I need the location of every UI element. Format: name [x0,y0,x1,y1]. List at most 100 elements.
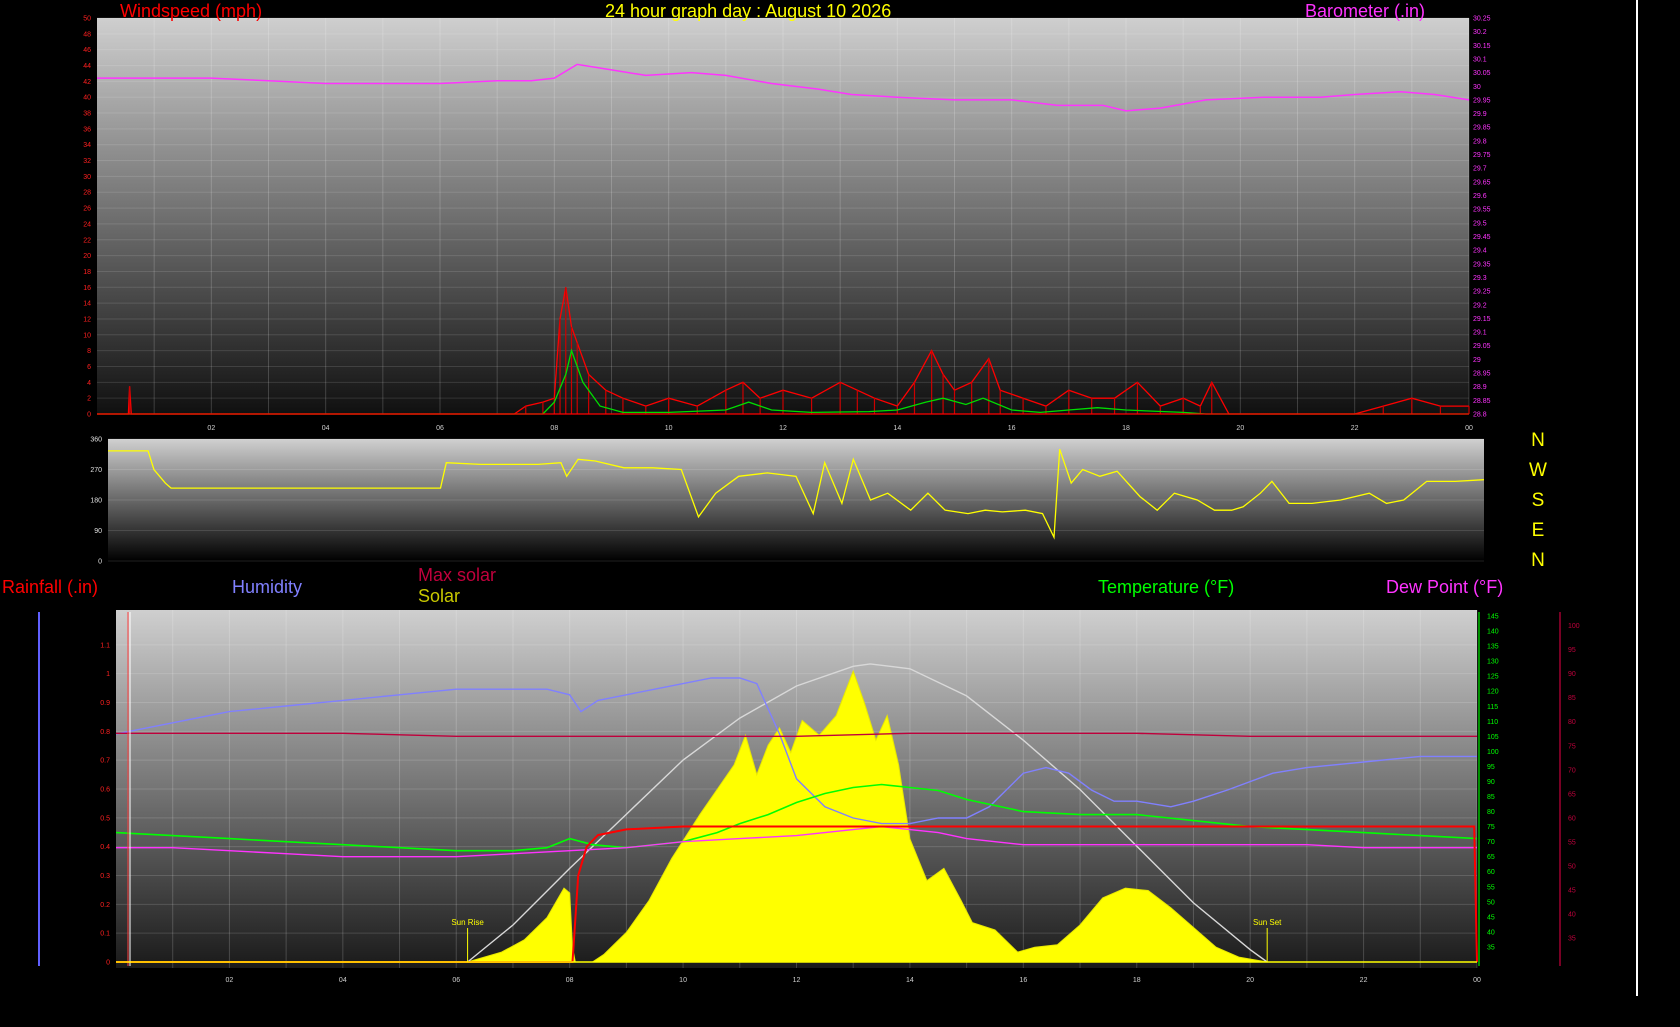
temperature-y-tick-label: 100 [1487,749,1499,756]
wind-x-tick-label: 06 [436,425,444,432]
dew-point-y-tick-label: 65 [1568,791,1576,798]
wind-y-tick-label: 12 [83,316,91,323]
compass-e: E [1531,520,1545,541]
barometer-y-tick-label: 29.65 [1473,179,1491,186]
wind-y-tick-label: 32 [83,158,91,165]
barometer-y-tick-label: 28.95 [1473,371,1491,378]
weather-x-tick-label: 02 [226,977,234,984]
barometer-y-tick-label: 29.85 [1473,125,1491,132]
weather-graph-stage: 0 2 4 6 8 10 12 14 16 18 20 22 24 26 28 30 32 34 36 38 40 42 4… [0,0,1680,1027]
barometer-y-tick-label: 29.2 [1473,302,1487,309]
temperature-y-tick-label: 85 [1487,794,1495,801]
temperature-y-tick-label: 80 [1487,809,1495,816]
page-title: 24 hour graph day : August 10 2026 [605,1,892,21]
wind-x-tick-label: 10 [665,425,673,432]
wind-y-tick-label: 28 [83,190,91,197]
temperature-y-tick-label: 145 [1487,614,1499,621]
barometer-y-tick-label: 29.9 [1473,111,1487,118]
weather-x-tick-label: 06 [452,977,460,984]
direction-y-tick-label: 360 [90,437,102,444]
wind-y-tick-label: 2 [87,396,91,403]
temperature-y-tick-label: 70 [1487,839,1495,846]
barometer-y-tick-label: 29.7 [1473,166,1487,173]
barometer-y-tick-label: 29.45 [1473,234,1491,241]
wind-y-tick-label: 26 [83,206,91,213]
temperature-y-tick-label: 40 [1487,929,1495,936]
temperature-y-tick-label: 60 [1487,869,1495,876]
barometer-y-tick-label: 29.95 [1473,97,1491,104]
wind-x-tick-label: 02 [207,425,215,432]
dew-point-y-tick-label: 55 [1568,839,1576,846]
temperature-y-tick-label: 110 [1487,719,1498,726]
wind-y-tick-label: 24 [83,221,91,228]
wind-x-tick-label: 04 [322,425,330,432]
barometer-y-tick-label: 29.1 [1473,330,1487,337]
compass-s: S [1531,490,1545,511]
direction-y-tick-label: 270 [90,467,102,474]
barometer-y-tick-label: 30.15 [1473,43,1491,50]
wind-y-tick-label: 10 [83,332,91,339]
wind-y-tick-label: 42 [83,79,91,86]
weather-x-tick-label: 10 [679,977,687,984]
barometer-y-tick-label: 30.05 [1473,70,1491,77]
dew-point-y-tick-label: 100 [1568,623,1580,630]
wind-y-tick-label: 18 [83,269,91,276]
temperature-y-tick-label: 140 [1487,629,1499,636]
humidity-label: Humidity [232,577,303,597]
dew-point-y-tick-label: 50 [1568,863,1576,870]
temperature-y-tick-label: 115 [1487,704,1498,711]
temperature-y-tick-label: 45 [1487,914,1495,921]
temperature-label: Temperature (°F) [1098,577,1235,597]
temperature-y-tick-label: 130 [1487,659,1499,666]
temperature-y-tick-label: 35 [1487,944,1495,951]
barometer-y-tick-label: 30.1 [1473,56,1487,63]
barometer-y-tick-label: 29.25 [1473,289,1491,296]
barometer-y-tick-label: 29.8 [1473,138,1487,145]
dew-point-y-tick-label: 80 [1568,719,1576,726]
max-solar-label: Max solar [418,565,497,585]
solar-label: Solar [418,586,461,606]
barometer-y-tick-label: 29.6 [1473,193,1487,200]
direction-y-tick-label: 90 [94,528,102,535]
dew-point-y-tick-label: 60 [1568,815,1576,822]
wind-x-tick-label: 16 [1008,425,1016,432]
wind-y-tick-label: 50 [83,16,91,23]
weather-x-tick-label: 20 [1246,977,1254,984]
dew-point-y-tick-label: 45 [1568,887,1576,894]
temperature-y-tick-label: 105 [1487,734,1499,741]
wind-y-tick-label: 40 [83,95,91,102]
weather-chart-canvas: 0246810121416182022242628303234363840424… [38,16,1580,984]
dew-point-y-tick-label: 70 [1568,767,1576,774]
wind-y-tick-label: 16 [83,285,91,292]
dew-point-y-tick-label: 35 [1568,935,1576,942]
windspeed-label: Windspeed (mph) [120,1,263,21]
rainfall-y-tick-label: 0.1 [100,931,110,938]
barometer-y-tick-label: 30.2 [1473,29,1487,36]
sun-rise-label: Sun Rise [451,918,484,927]
weather-x-tick-label: 18 [1133,977,1141,984]
weather-x-tick-label: 16 [1019,977,1027,984]
rainfall-y-tick-label: 0.6 [100,787,110,794]
rainfall-y-tick-label: 1 [106,671,110,678]
temperature-y-tick-label: 95 [1487,764,1495,771]
wind-y-tick-label: 14 [83,301,91,308]
rainfall-y-tick-label: 0.9 [100,700,110,707]
wind-y-tick-label: 44 [83,63,91,70]
temperature-y-tick-label: 120 [1487,689,1499,696]
temperature-y-tick-label: 125 [1487,674,1499,681]
dew-point-label: Dew Point (°F) [1386,577,1504,597]
rainfall-y-tick-label: 0.2 [100,902,110,909]
barometer-y-tick-label: 29.05 [1473,343,1491,350]
dew-point-y-tick-label: 85 [1568,695,1576,702]
barometer-y-tick-label: 30.25 [1473,16,1491,23]
weather-x-tick-label: 00 [1473,977,1481,984]
rainfall-y-tick-label: 0.8 [100,729,110,736]
rainfall-label: Rainfall (.in) [2,577,99,597]
dew-point-y-tick-label: 90 [1568,671,1576,678]
rainfall-y-tick-label: 0.7 [100,758,110,765]
wind-y-tick-label: 46 [83,47,91,54]
wind-y-tick-label: 20 [83,253,91,260]
rainfall-y-tick-label: 0 [106,960,110,967]
barometer-y-tick-label: 29.75 [1473,152,1491,159]
barometer-y-tick-label: 29.15 [1473,316,1491,323]
